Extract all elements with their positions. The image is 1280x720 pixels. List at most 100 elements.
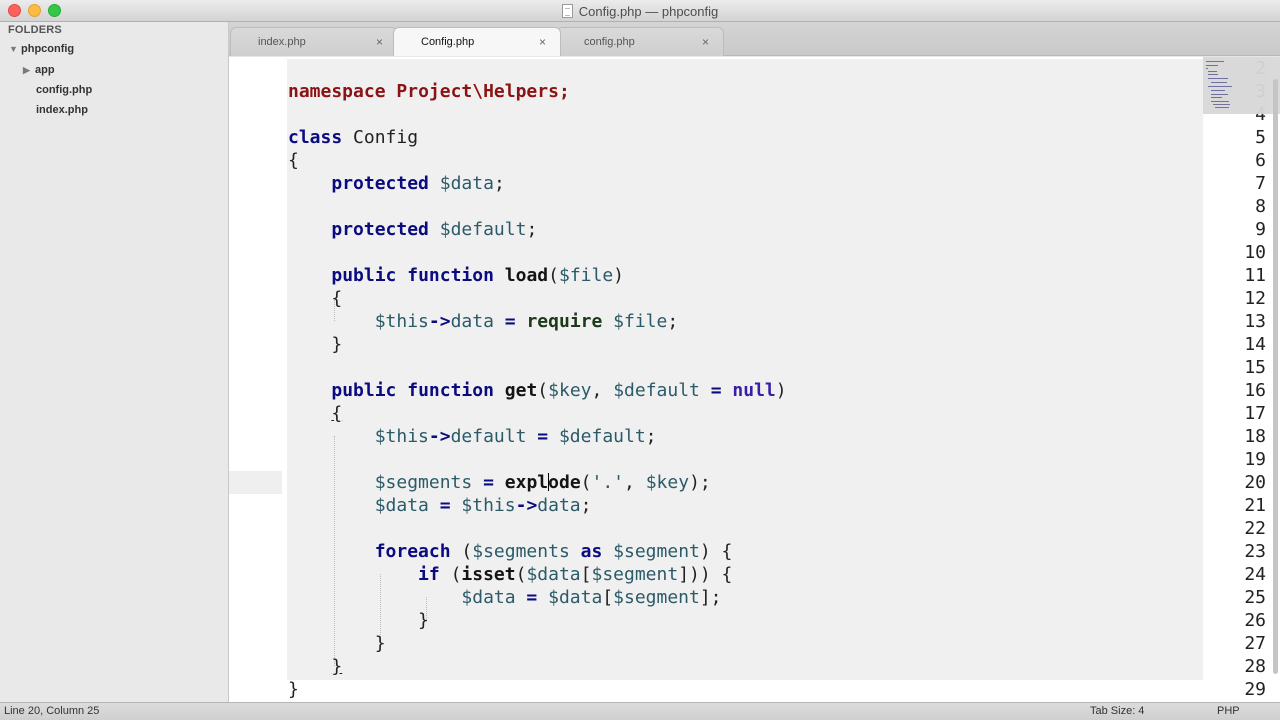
chevron-down-icon[interactable]: ▼ (9, 44, 21, 54)
code-line-28: } (288, 656, 342, 677)
punct: ; (645, 426, 657, 447)
operator: = (483, 472, 494, 493)
punct: ]; (699, 587, 722, 608)
keyword: function (407, 265, 494, 286)
keyword: protected (331, 173, 429, 194)
punct: ) (613, 265, 625, 286)
keyword: as (580, 541, 603, 562)
line-number: 11 (1244, 265, 1266, 286)
class-name: Config (353, 127, 419, 148)
operator: -> (428, 311, 451, 332)
variable: $segments (374, 472, 473, 493)
syntax-selector[interactable]: PHP (1217, 705, 1240, 717)
punct: ); (689, 472, 711, 493)
close-icon[interactable]: × (539, 35, 546, 49)
line-gutter (229, 57, 281, 702)
property: data (450, 311, 494, 332)
punct: ( (548, 265, 559, 286)
variable: $data (548, 587, 603, 608)
tab-size-selector[interactable]: Tab Size: 4 (1090, 705, 1144, 717)
variable: $segment (613, 587, 700, 608)
line-number: 23 (1244, 541, 1266, 562)
punct: [ (602, 587, 614, 608)
line-number: 8 (1255, 196, 1266, 217)
line-number: 10 (1244, 242, 1266, 263)
brace-matched: { (331, 403, 343, 424)
operator: -> (515, 495, 538, 516)
line-number: 25 (1244, 587, 1266, 608)
folders-header: FOLDERS (8, 24, 62, 36)
line-number: 21 (1244, 495, 1266, 516)
code-line-18: $this->default = $default; (288, 426, 657, 447)
operator: = (537, 426, 549, 447)
line-number: 9 (1255, 219, 1266, 240)
operator: = (710, 380, 722, 401)
tab-label: config.php (584, 36, 635, 48)
tab-index-php[interactable]: index.php × (230, 27, 398, 56)
code-line-21: $data = $this->data; (288, 495, 592, 516)
punct: ( (461, 541, 473, 562)
function-name: load (504, 265, 549, 286)
variable: $key (548, 380, 592, 401)
code-line-6: { (288, 150, 299, 171)
punct: , (624, 472, 635, 493)
line-number: 16 (1244, 380, 1266, 401)
line-number-current: 20 (1244, 472, 1266, 493)
keyword: require (526, 311, 603, 332)
operator: -> (428, 426, 451, 447)
line-number: 22 (1244, 518, 1266, 539)
punct: ) (775, 380, 787, 401)
close-icon[interactable]: × (376, 35, 383, 49)
close-icon[interactable]: × (702, 35, 709, 49)
operator: = (439, 495, 451, 516)
keyword: class (288, 127, 343, 148)
punct: ; (667, 311, 679, 332)
chevron-right-icon[interactable]: ▶ (23, 65, 35, 76)
tab-config-php[interactable]: config.php × (556, 27, 724, 56)
punct: ( (450, 564, 462, 585)
line-number: 14 (1244, 334, 1266, 355)
folder-app[interactable]: ▶ app (23, 64, 55, 76)
vertical-scrollbar[interactable] (1273, 79, 1278, 674)
line-number: 7 (1255, 173, 1266, 194)
file-index-php[interactable]: index.php (36, 104, 88, 116)
brace: } (374, 633, 386, 654)
code-editor[interactable]: 2 3 4 5 6 7 8 9 10 11 12 13 14 15 16 17 … (229, 57, 1280, 702)
code-line-13: $this->data = require $file; (288, 311, 679, 332)
line-number: 26 (1244, 610, 1266, 631)
file-config-php[interactable]: config.php (36, 84, 92, 96)
brace: } (288, 679, 299, 700)
variable: $key (645, 472, 690, 493)
tab-config-php-active[interactable]: Config.php × (393, 27, 561, 56)
brace: } (331, 334, 343, 355)
line-number: 6 (1255, 150, 1266, 171)
line-number: 28 (1244, 656, 1266, 677)
tab-bar: index.php × Config.php × config.php × (229, 22, 1280, 56)
folder-label: app (35, 64, 55, 76)
keyword: function (407, 380, 494, 401)
code-line-11: public function load($file) (288, 265, 624, 286)
function-name: ode (548, 472, 581, 493)
punct: ( (580, 472, 592, 493)
punct: ) { (699, 541, 733, 562)
keyword: protected (331, 219, 429, 240)
variable: $segments (472, 541, 570, 562)
property: data (537, 495, 581, 516)
code-line-20: $segments = explode('.', $key); (288, 472, 711, 493)
keyword: foreach (374, 541, 451, 562)
function-name: get (504, 380, 538, 401)
code-line-29: } (288, 679, 299, 700)
code-line-25: $data = $data[$segment]; (288, 587, 722, 608)
code-line-7: protected $data; (288, 173, 504, 194)
cursor-position: Line 20, Column 25 (4, 705, 100, 717)
code-line-12: { (288, 288, 342, 309)
minimap[interactable] (1203, 57, 1280, 114)
tab-label: Config.php (421, 36, 475, 48)
folder-phpconfig[interactable]: ▼ phpconfig (9, 43, 74, 55)
code-line-3: namespace Project\Helpers; (288, 81, 570, 102)
variable: $default (558, 426, 646, 447)
brace: { (331, 288, 343, 309)
punct: [ (580, 564, 592, 585)
keyword: namespace (288, 81, 386, 102)
status-bar: Line 20, Column 25 Tab Size: 4 PHP (0, 702, 1280, 720)
